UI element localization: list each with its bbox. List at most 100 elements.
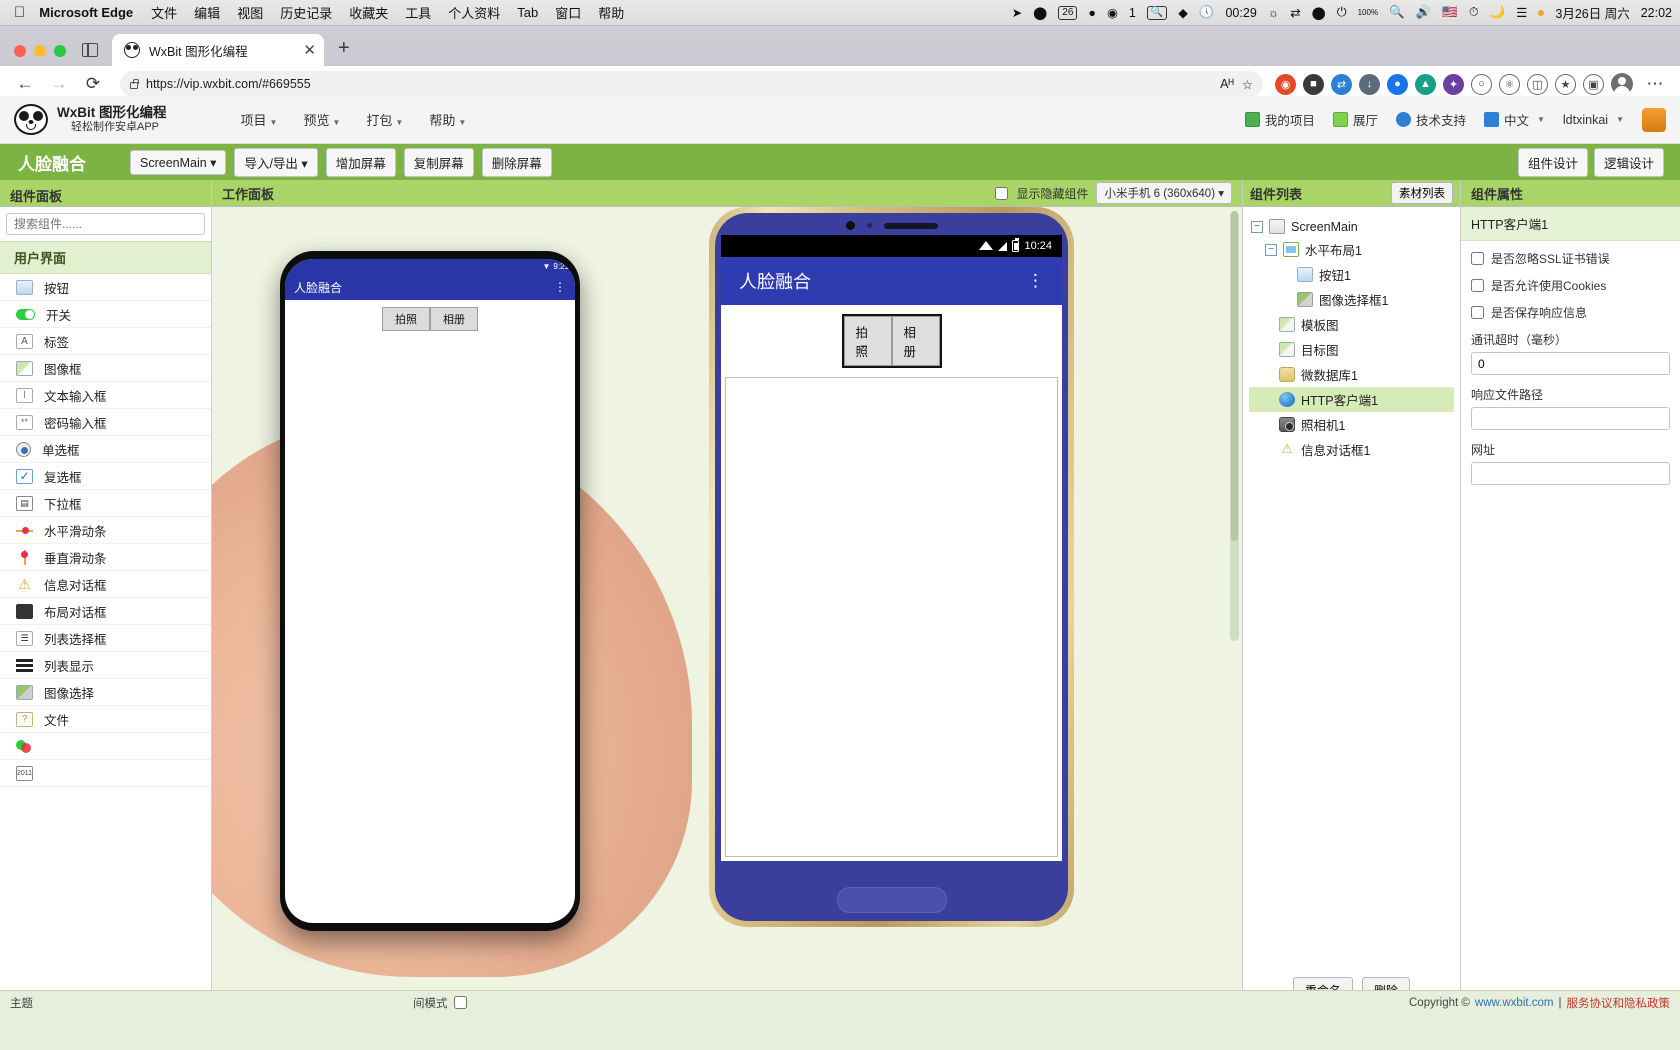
- back-button[interactable]: ←: [10, 70, 40, 98]
- phone-screen[interactable]: 10:24 人脸融合 ⋮ 拍照 相册: [721, 235, 1062, 861]
- palette-item-image[interactable]: 图像框: [0, 355, 211, 382]
- app-menu-preview[interactable]: 预览 ▼: [303, 110, 340, 129]
- palette-item-switch[interactable]: 开关: [0, 301, 211, 328]
- policy-link[interactable]: 服务协议和隐私政策: [1567, 995, 1671, 1011]
- control-center-icon[interactable]: ☰: [1516, 5, 1527, 20]
- palette-item-text-input[interactable]: I 文本输入框: [0, 382, 211, 409]
- collections-icon[interactable]: ★: [1555, 73, 1576, 95]
- collapse-toggle-icon[interactable]: −: [1265, 243, 1277, 256]
- bubble-icon[interactable]: ☼: [1268, 6, 1279, 20]
- address-bar[interactable]: https://vip.wxbit.com/#669555 Aᴴ ☆: [120, 71, 1263, 97]
- pill-icon[interactable]: ⬤: [1033, 5, 1047, 20]
- palette-item-hslider[interactable]: 水平滑动条: [0, 517, 211, 544]
- close-window-button[interactable]: [14, 45, 26, 57]
- browser-essentials-icon[interactable]: ▣: [1583, 73, 1604, 95]
- search-box-icon[interactable]: 🔍: [1146, 5, 1168, 20]
- forward-button[interactable]: →: [44, 70, 74, 98]
- close-tab-icon[interactable]: ✕: [303, 43, 316, 58]
- pill2-icon[interactable]: ⬤: [1312, 5, 1326, 20]
- device-selector[interactable]: 小米手机 6 (360x640) ▾: [1096, 182, 1232, 204]
- extension-purple-icon[interactable]: ✦: [1443, 73, 1464, 95]
- settings-more-icon[interactable]: ⋯: [1640, 70, 1670, 98]
- tree-node-info-dialog-1[interactable]: ⚠ 信息对话框1: [1249, 437, 1454, 462]
- palette-item-button[interactable]: 按钮: [0, 274, 211, 301]
- tree-node-camera-1[interactable]: 照相机1: [1249, 412, 1454, 437]
- drop-icon[interactable]: ●: [1088, 6, 1096, 20]
- app-menu-help[interactable]: 帮助 ▼: [429, 110, 466, 129]
- canvas[interactable]: ▼ 9:21 人脸融合 ⋮ 拍照 相册 10:24 人脸融合 ⋮ 拍照 相册: [212, 207, 1242, 1014]
- menu-history[interactable]: 历史记录: [280, 3, 332, 22]
- collapse-toggle-icon[interactable]: −: [1251, 220, 1263, 233]
- home-button[interactable]: [836, 887, 947, 913]
- diamond-icon[interactable]: ◆: [1178, 5, 1188, 20]
- profile-avatar[interactable]: [1611, 73, 1633, 95]
- material-list-button[interactable]: 素材列表: [1391, 182, 1453, 204]
- menubar-app-name[interactable]: Microsoft Edge: [39, 5, 133, 20]
- url-input[interactable]: [1471, 462, 1670, 485]
- menu-tools[interactable]: 工具: [405, 3, 431, 22]
- add-screen-button[interactable]: 增加屏幕: [325, 147, 396, 177]
- tree-node-template-image[interactable]: 模板图: [1249, 312, 1454, 337]
- favorite-star-icon[interactable]: ☆: [1242, 77, 1253, 92]
- minimize-window-button[interactable]: [34, 45, 46, 57]
- charging-icon[interactable]: ⏻: [1337, 5, 1347, 20]
- flag-icon[interactable]: 🇺🇸: [1442, 5, 1458, 20]
- canvas-scrollbar[interactable]: [1230, 211, 1239, 641]
- menu-favorites[interactable]: 收藏夹: [349, 3, 388, 22]
- palette-item-file[interactable]: ? 文件: [0, 706, 211, 733]
- response-path-input[interactable]: [1471, 407, 1670, 430]
- tree-node-micro-database-1[interactable]: 微数据库1: [1249, 362, 1454, 387]
- my-projects-link[interactable]: 我的项目: [1244, 110, 1315, 129]
- spotlight-search-icon[interactable]: 🔍: [1389, 5, 1405, 20]
- palette-item-info-dialog[interactable]: ⚠ 信息对话框: [0, 571, 211, 598]
- prop-save-response-row[interactable]: 是否保存响应信息: [1471, 304, 1670, 321]
- app-menu-project[interactable]: 项目 ▼: [241, 110, 278, 129]
- menu-help[interactable]: 帮助: [598, 3, 624, 22]
- palette-item-list-select[interactable]: ☰ 列表选择框: [0, 625, 211, 652]
- menu-profile[interactable]: 个人资料: [448, 3, 500, 22]
- tree-node-target-image[interactable]: 目标图: [1249, 337, 1454, 362]
- palette-item-image-picker[interactable]: 图像选择: [0, 679, 211, 706]
- tree-node-http-client-1[interactable]: HTTP客户端1: [1249, 387, 1454, 412]
- menubar-time[interactable]: 22:02: [1641, 6, 1672, 20]
- menu-window[interactable]: 窗口: [555, 3, 581, 22]
- palette-item-checkbox[interactable]: ✓ 复选框: [0, 463, 211, 490]
- prop-allow-cookies-row[interactable]: 是否允许使用Cookies: [1471, 277, 1670, 294]
- tree-node-button-1[interactable]: 按钮1: [1249, 262, 1454, 287]
- extension-split-icon[interactable]: ◫: [1527, 73, 1548, 95]
- extension-dark-icon[interactable]: ■: [1303, 73, 1324, 95]
- user-account[interactable]: ldtxinkai ▼: [1563, 113, 1624, 127]
- menu-tab[interactable]: Tab: [517, 5, 538, 20]
- support-link[interactable]: 技术支持: [1395, 110, 1466, 129]
- palette-item-dropdown[interactable]: ▤ 下拉框: [0, 490, 211, 517]
- extension-blue-icon[interactable]: ⇄: [1331, 73, 1352, 95]
- palette-item-color-picker[interactable]: [0, 733, 211, 760]
- tree-node-horizontal-layout-1[interactable]: − 水平布局1: [1249, 237, 1454, 262]
- site-link[interactable]: www.wxbit.com: [1475, 997, 1554, 1009]
- maximize-window-button[interactable]: [54, 45, 66, 57]
- extension-teal-icon[interactable]: ▲: [1415, 73, 1436, 95]
- extension-orange-icon[interactable]: ◉: [1275, 73, 1296, 95]
- extension-download-icon[interactable]: ↓: [1359, 73, 1380, 95]
- clock-icon[interactable]: 🕔: [1199, 5, 1215, 20]
- menu-edit[interactable]: 编辑: [194, 3, 220, 22]
- delete-screen-button[interactable]: 删除屏幕: [481, 147, 552, 177]
- tree-node-image-picker-1[interactable]: 图像选择框1: [1249, 287, 1454, 312]
- import-export-button[interactable]: 导入/导出 ▾: [234, 147, 318, 177]
- palette-item-layout-dialog[interactable]: 布局对话框: [0, 598, 211, 625]
- transfer-icon[interactable]: ⇄: [1290, 5, 1300, 20]
- screen-selector[interactable]: ScreenMain ▾: [130, 149, 227, 175]
- location-arrow-icon[interactable]: ➤: [1012, 5, 1022, 20]
- palette-item-label[interactable]: A 标签: [0, 328, 211, 355]
- masked-icon[interactable]: ◉: [1107, 5, 1118, 20]
- brand[interactable]: WxBit 图形化编程 轻松制作安卓APP: [14, 104, 167, 135]
- new-tab-icon[interactable]: +: [338, 38, 350, 58]
- time-machine-icon[interactable]: ⏱: [1469, 5, 1479, 20]
- logic-design-tab[interactable]: 逻辑设计: [1593, 147, 1664, 177]
- menubar-date[interactable]: 3月26日 周六: [1555, 3, 1629, 22]
- read-aloud-icon[interactable]: Aᴴ: [1220, 77, 1234, 91]
- search-input[interactable]: [6, 213, 205, 235]
- browser-tab[interactable]: WxBit 图形化编程 ✕: [112, 34, 324, 66]
- prop-ignore-ssl-row[interactable]: 是否忽略SSL证书错误: [1471, 250, 1670, 267]
- component-design-tab[interactable]: 组件设计: [1517, 147, 1588, 177]
